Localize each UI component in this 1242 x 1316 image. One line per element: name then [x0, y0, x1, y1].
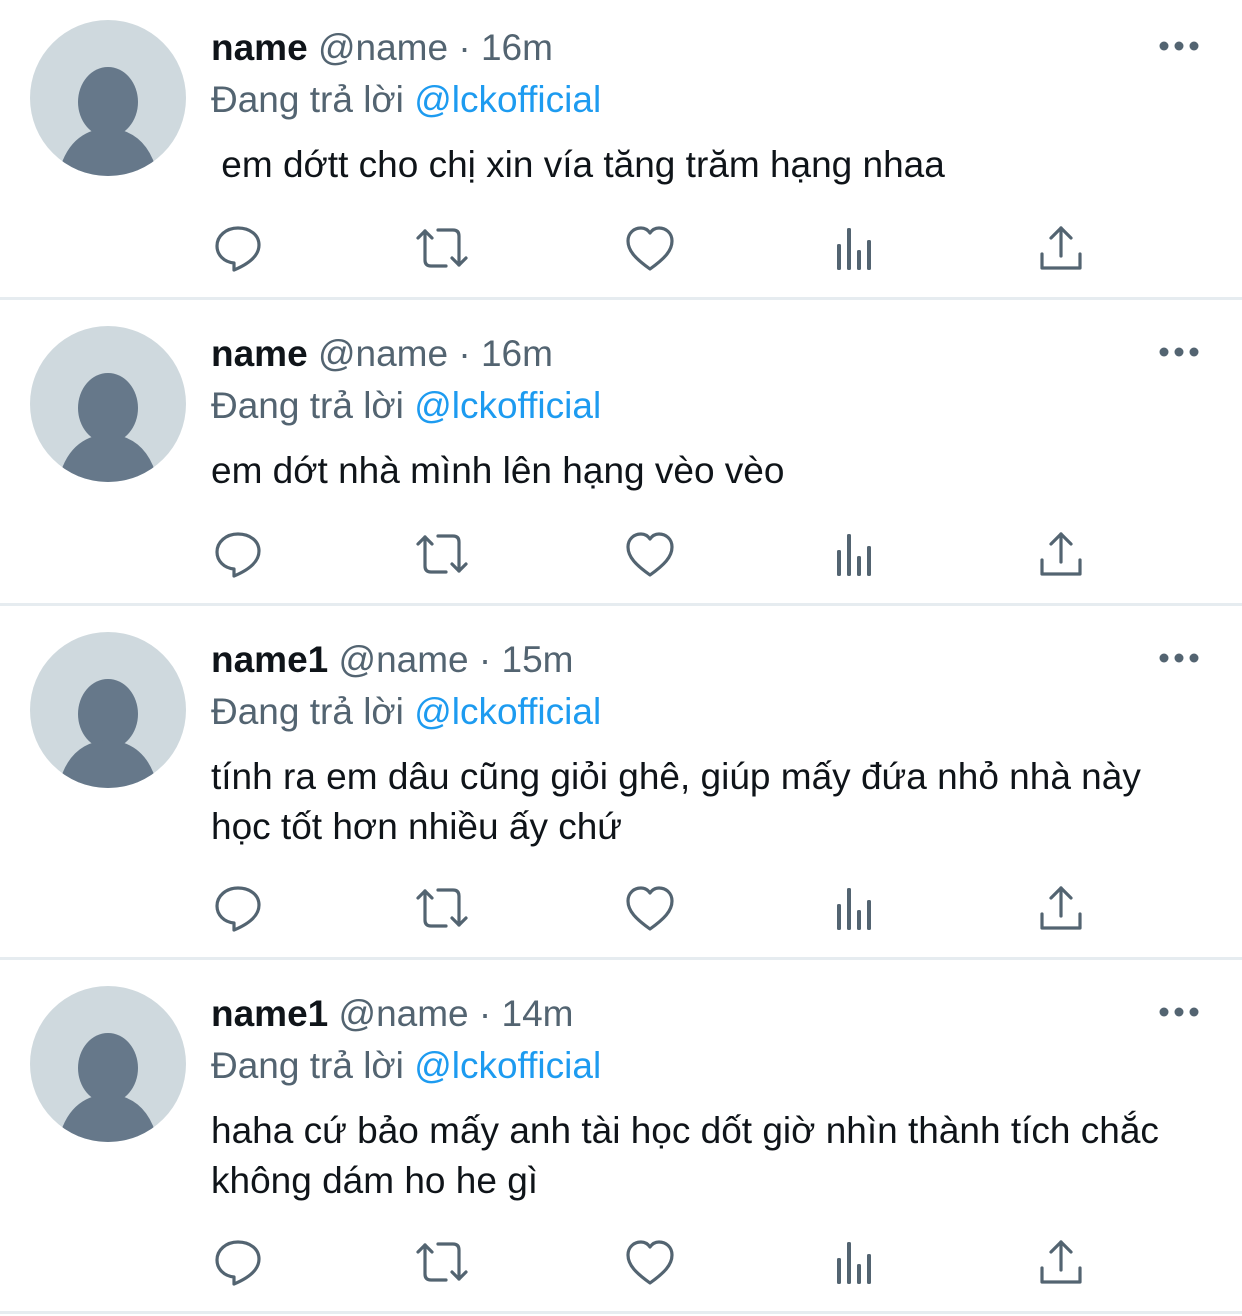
tweet-header: name1 @name · 15m	[211, 634, 574, 686]
retweet-icon[interactable]	[412, 1232, 472, 1292]
reply-context: Đang trả lời @lckofficial	[211, 74, 601, 126]
more-horizontal-icon[interactable]	[1156, 646, 1202, 670]
display-name[interactable]: name1	[211, 639, 328, 680]
share-upload-icon[interactable]	[1031, 1232, 1091, 1292]
analytics-bars-icon[interactable]	[826, 524, 886, 584]
default-avatar-icon	[58, 373, 158, 482]
timestamp[interactable]: 14m	[502, 993, 574, 1034]
avatar[interactable]	[30, 326, 186, 482]
retweet-icon[interactable]	[412, 524, 472, 584]
action-bar	[0, 878, 1242, 938]
display-name[interactable]: name	[211, 27, 308, 68]
tweet[interactable]: name @name · 16m Đang trả lời @lckoffici…	[0, 306, 1242, 606]
default-avatar-icon	[58, 1033, 158, 1142]
retweet-icon[interactable]	[412, 878, 472, 938]
tweet-header: name1 @name · 14m	[211, 988, 574, 1040]
reply-prefix: Đang trả lời	[211, 691, 404, 732]
reply-prefix: Đang trả lời	[211, 79, 404, 120]
tweet[interactable]: name @name · 16m Đang trả lời @lckoffici…	[0, 0, 1242, 300]
share-upload-icon[interactable]	[1031, 524, 1091, 584]
divider	[0, 297, 1242, 300]
more-horizontal-icon[interactable]	[1156, 1000, 1202, 1024]
tweet[interactable]: name1 @name · 15m Đang trả lời @lckoffic…	[0, 612, 1242, 962]
heart-icon[interactable]	[620, 878, 680, 938]
separator: ·	[458, 333, 471, 374]
reply-bubble-icon[interactable]	[208, 218, 268, 278]
timestamp[interactable]: 15m	[502, 639, 574, 680]
handle[interactable]: @name	[339, 993, 469, 1034]
handle[interactable]: @name	[318, 27, 448, 68]
display-name[interactable]: name	[211, 333, 308, 374]
more-horizontal-icon[interactable]	[1156, 34, 1202, 58]
avatar[interactable]	[30, 20, 186, 176]
reply-bubble-icon[interactable]	[208, 524, 268, 584]
timestamp[interactable]: 16m	[481, 333, 553, 374]
share-upload-icon[interactable]	[1031, 218, 1091, 278]
display-name[interactable]: name1	[211, 993, 328, 1034]
action-bar	[0, 1232, 1242, 1292]
separator: ·	[458, 27, 471, 68]
share-upload-icon[interactable]	[1031, 878, 1091, 938]
tweet-text: tính ra em dâu cũng giỏi ghê, giúp mấy đ…	[211, 756, 1152, 847]
handle[interactable]: @name	[339, 639, 469, 680]
retweet-icon[interactable]	[412, 218, 472, 278]
more-horizontal-icon[interactable]	[1156, 340, 1202, 364]
reply-bubble-icon[interactable]	[208, 1232, 268, 1292]
analytics-bars-icon[interactable]	[826, 878, 886, 938]
default-avatar-icon	[58, 67, 158, 176]
tweet-header: name @name · 16m	[211, 328, 553, 380]
reply-mention[interactable]: @lckofficial	[414, 385, 601, 426]
action-bar	[0, 524, 1242, 584]
reply-mention[interactable]: @lckofficial	[414, 691, 601, 732]
tweet[interactable]: name1 @name · 14m Đang trả lời @lckoffic…	[0, 966, 1242, 1316]
heart-icon[interactable]	[620, 1232, 680, 1292]
heart-icon[interactable]	[620, 218, 680, 278]
heart-icon[interactable]	[620, 524, 680, 584]
reply-context: Đang trả lời @lckofficial	[211, 686, 601, 738]
reply-mention[interactable]: @lckofficial	[414, 79, 601, 120]
handle[interactable]: @name	[318, 333, 448, 374]
divider	[0, 957, 1242, 960]
reply-prefix: Đang trả lời	[211, 385, 404, 426]
separator: ·	[478, 639, 492, 680]
tweet-header: name @name · 16m	[211, 22, 553, 74]
default-avatar-icon	[58, 679, 158, 788]
reply-context: Đang trả lời @lckofficial	[211, 380, 601, 432]
divider	[0, 1311, 1242, 1314]
tweet-text: haha cứ bảo mấy anh tài học dốt giờ nhìn…	[211, 1110, 1170, 1201]
reply-bubble-icon[interactable]	[208, 878, 268, 938]
separator: ·	[478, 993, 492, 1034]
avatar[interactable]	[30, 632, 186, 788]
timestamp[interactable]: 16m	[481, 27, 553, 68]
analytics-bars-icon[interactable]	[826, 1232, 886, 1292]
reply-mention[interactable]: @lckofficial	[414, 1045, 601, 1086]
reply-context: Đang trả lời @lckofficial	[211, 1040, 601, 1092]
tweet-text: em dớtt cho chị xin vía tăng trăm hạng n…	[211, 144, 945, 185]
reply-prefix: Đang trả lời	[211, 1045, 404, 1086]
divider	[0, 603, 1242, 606]
analytics-bars-icon[interactable]	[826, 218, 886, 278]
avatar[interactable]	[30, 986, 186, 1142]
action-bar	[0, 218, 1242, 278]
tweet-text: em dớt nhà mình lên hạng vèo vèo	[211, 450, 785, 491]
